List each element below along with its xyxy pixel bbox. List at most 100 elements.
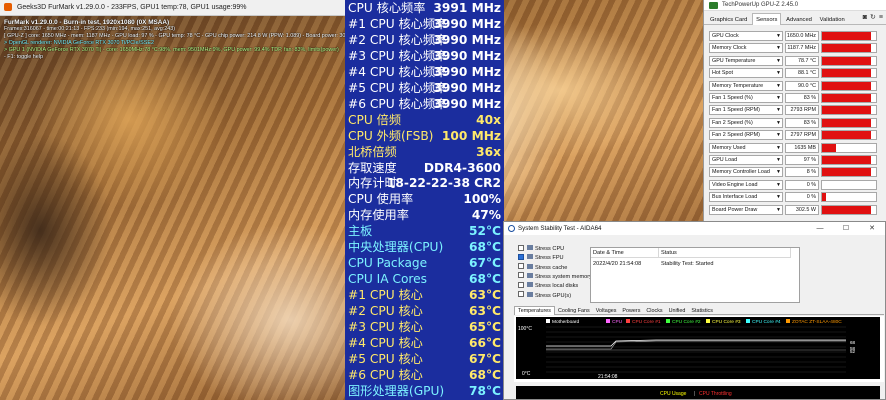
gpuz-sensor-graph [821, 155, 877, 165]
aida64-tab[interactable]: Statistics [688, 307, 716, 316]
gpuz-sensor-graph [821, 105, 877, 116]
hardware-icon [527, 263, 533, 269]
table-cell-datetime: 2022/4/20 21:54:08 [593, 261, 642, 267]
right-value-label: 68 [850, 340, 856, 345]
osd-value: 47% [471, 208, 501, 223]
osd-row: 北桥倍频 36x [345, 145, 504, 161]
right-value-label: 52 [850, 349, 856, 354]
aida64-tab[interactable]: Voltages [593, 307, 620, 316]
dropdown-arrow-icon: ▼ [776, 82, 781, 89]
col-header-status[interactable]: Status [659, 248, 791, 258]
refresh-icon[interactable]: ↻ [870, 13, 876, 23]
checkbox[interactable] [518, 253, 524, 260]
stress-option[interactable]: Stress local disks [518, 281, 578, 291]
y-axis-bottom-label: 0°C [522, 371, 531, 377]
temp-legend-item[interactable]: CPU Core #3 [706, 319, 741, 325]
gpuz-sensor-selector[interactable]: Fan 1 Speed (RPM) ▼ [709, 105, 783, 116]
checkbox[interactable] [518, 244, 524, 251]
gpuz-sensor-selector[interactable]: Video Engine Load ▼ [709, 179, 783, 190]
legend-label: Motherboard [552, 319, 580, 325]
furmark-titlebar[interactable]: Geeks3D FurMark v1.29.0.0 - 233FPS, GPU1… [0, 0, 345, 16]
gpuz-sensor-value: 0 % [785, 179, 819, 190]
x-axis-time-label: 21:54:08 [598, 374, 618, 379]
stress-option[interactable]: Stress CPU [518, 244, 565, 254]
aida64-tab[interactable]: Powers [619, 307, 643, 316]
osd-value: 18-22-22-38 CR2 [386, 176, 501, 191]
aida64-tab[interactable]: Cooling Fans [555, 307, 593, 316]
checkbox[interactable] [518, 272, 524, 279]
col-header-datetime[interactable]: Date & Time [591, 248, 659, 258]
checkbox[interactable] [518, 263, 524, 270]
osd-label: #6 CPU 核心频率 [348, 96, 448, 111]
gpuz-titlebar[interactable]: TechPowerUp GPU-Z 2.45.0 [704, 0, 886, 11]
stress-option[interactable]: Stress GPU(s) [518, 291, 571, 301]
gpuz-sensor-value: 97 % [785, 155, 819, 165]
osd-label: CPU Package [348, 256, 428, 271]
checkbox[interactable] [518, 291, 524, 298]
stress-option-label: Stress system memory [535, 273, 592, 280]
gpuz-tab-sensors[interactable]: Sensors [752, 13, 782, 25]
gpuz-sensor-row: GPU Temperature ▼ 78.7 °C [709, 55, 885, 67]
temp-legend-item[interactable]: CPU Core #2 [666, 319, 701, 325]
temp-legend-item[interactable]: CPU [606, 319, 623, 325]
temp-legend-item[interactable]: Motherboard [546, 319, 580, 325]
checkbox[interactable] [518, 281, 524, 288]
temp-legend-item[interactable]: CPU Core #1 [626, 319, 661, 325]
gpuz-graph-fill [822, 168, 871, 177]
gpuz-sensor-selector[interactable]: GPU Temperature ▼ [709, 55, 783, 66]
gpuz-sensor-selector[interactable]: GPU Load ▼ [709, 155, 783, 165]
gpuz-sensor-selector[interactable]: Bus Interface Load ▼ [709, 192, 783, 203]
gpuz-sensor-selector[interactable]: Board Power Draw ▼ [709, 204, 783, 215]
gpuz-sensor-selector[interactable]: Memory Temperature ▼ [709, 80, 783, 91]
gpuz-graph-fill [822, 32, 871, 40]
aida64-window-title: System Stability Test - AIDA64 [518, 225, 602, 232]
camera-icon[interactable]: ◙ [863, 13, 867, 23]
gpuz-sensor-value: 83 % [785, 93, 819, 103]
hardware-icon [527, 245, 533, 251]
stress-option[interactable]: Stress cache [518, 263, 567, 273]
aida64-tab[interactable]: Unified [666, 307, 689, 316]
aida64-titlebar[interactable]: System Stability Test - AIDA64 — ☐ ✕ [504, 222, 885, 235]
aida64-tab[interactable]: Temperatures [514, 306, 555, 315]
maximize-icon[interactable]: ☐ [833, 222, 859, 235]
gpuz-sensor-selector[interactable]: Fan 1 Speed (%) ▼ [709, 93, 783, 103]
dropdown-arrow-icon: ▼ [776, 181, 781, 188]
gpuz-sensor-selector[interactable]: Memory Used ▼ [709, 142, 783, 153]
gpuz-sensor-selector[interactable]: Hot Spot ▼ [709, 68, 783, 79]
gpuz-sensor-graph [821, 68, 877, 79]
hardware-icon [527, 291, 533, 297]
gpuz-sensor-selector[interactable]: Memory Controller Load ▼ [709, 167, 783, 178]
furmark-overlay-line: Frames:316067 - time:00:21:13 - FPS:233 … [4, 26, 176, 32]
osd-row: #2 CPU 核心频率 3990 MHz [345, 33, 504, 49]
osd-value: 78°C [469, 383, 501, 398]
status-table: Date & Time Status 2022/4/20 21:54:08 St… [590, 247, 800, 303]
temp-legend-item[interactable]: ZOTAC ZT-SLAA-480C [786, 319, 842, 325]
osd-label: #1 CPU 核心 [348, 288, 423, 303]
osd-row: #6 CPU 核心 68°C [345, 368, 504, 384]
close-icon[interactable]: ✕ [859, 222, 885, 235]
gpuz-sensor-value: 78.7 °C [785, 55, 819, 66]
minimize-icon[interactable]: — [807, 222, 833, 235]
gpuz-tab-advanced[interactable]: Advanced [783, 14, 815, 26]
gpuz-sensor-selector[interactable]: Memory Clock ▼ [709, 43, 783, 54]
gpuz-tab-graphics-card[interactable]: Graphics Card [707, 14, 750, 26]
stress-option-label: Stress CPU [535, 246, 565, 252]
graph-area: Motherboard CPU CPU Core #1 CPU Core #2 CPU … [514, 316, 884, 382]
gpuz-sensor-name: Fan 1 Speed (%) [712, 95, 753, 101]
menu-icon[interactable]: ≡ [879, 13, 883, 23]
gpuz-sensor-graph [821, 31, 877, 41]
dropdown-arrow-icon: ▼ [776, 144, 781, 151]
gpuz-tab-validation[interactable]: Validation [817, 14, 848, 26]
stress-option[interactable]: Stress system memory [518, 272, 592, 282]
gpuz-sensor-selector[interactable]: Fan 2 Speed (RPM) ▼ [709, 130, 783, 141]
gpuz-sensor-selector[interactable]: GPU Clock ▼ [709, 31, 783, 41]
hardware-icon [527, 272, 533, 278]
stress-option[interactable]: Stress FPU [518, 253, 564, 263]
temp-legend-item[interactable]: CPU Core #4 [746, 319, 781, 325]
osd-label: 存取速度 [348, 160, 397, 175]
gpuz-graph-fill [822, 118, 871, 127]
gpuz-sensor-name: GPU Clock [712, 33, 739, 39]
aida64-tab[interactable]: Clocks [643, 307, 665, 316]
osd-label: #2 CPU 核心频率 [348, 32, 448, 47]
gpuz-sensor-selector[interactable]: Fan 2 Speed (%) ▼ [709, 117, 783, 128]
